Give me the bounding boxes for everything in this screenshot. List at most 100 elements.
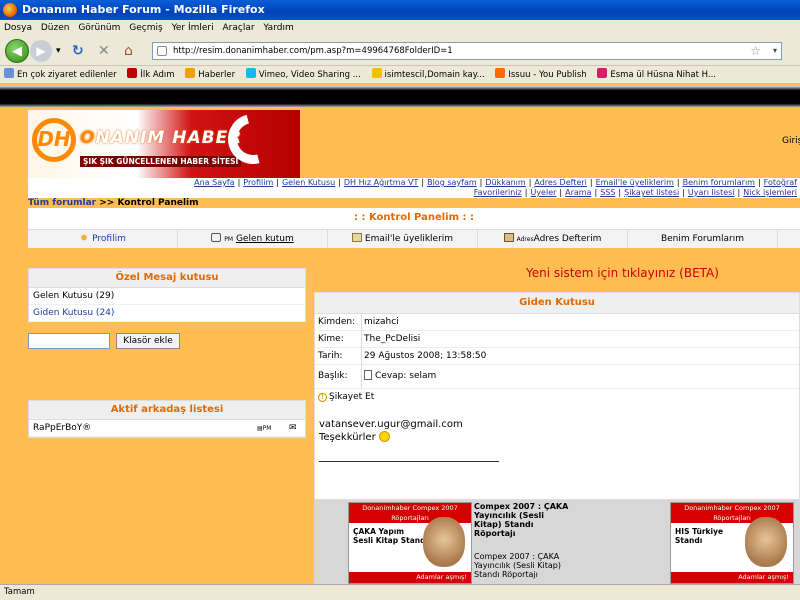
menu-tools[interactable]: Araçlar [223,23,255,33]
message-body: vatansever.ugur@gmail.com Teşekkürler [319,419,463,444]
date-row: Tarih: 29 Ağustos 2008; 13:58:50 [315,348,799,365]
tab-profile[interactable]: Profilim [28,230,178,248]
breadcrumb-all-forums[interactable]: Tüm forumlar [28,198,96,208]
friends-title: Aktif arkadaş listesi [29,401,305,420]
bookmark-item[interactable]: Vimeo, Video Sharing ... [245,66,361,83]
topnav-link[interactable]: Blog sayfam [424,178,480,187]
friend-row: RaPpErBoY® ▤PM ✉ [29,420,305,437]
breadcrumb-current: Kontrol Panelim [117,198,199,208]
topnav-link[interactable]: Nick işlemleri [740,188,800,197]
friend-mail-icon[interactable]: ✉ [289,420,297,437]
ad-banner-his[interactable]: Donanimhaber Compex 2007 Röportajları HI… [670,502,794,584]
bookmark-item[interactable]: İlk Adım [127,66,175,83]
message-view: Giden Kutusu Kimden: mizahci Kime: The_PcD… [314,292,800,500]
warning-icon: ! [318,393,327,402]
control-panel-tabs: Profilim PM Gelen kutum Email'le üyelikl… [28,230,800,248]
subject-row: Başlık: Cevap: selam [315,365,799,389]
stop-icon[interactable]: ✕ [98,43,110,59]
topnav-link[interactable]: SSS [597,188,618,197]
page-top-strip [0,86,800,108]
ad-footer: Adamlar aşmış! [349,572,471,583]
bookmark-item[interactable]: Esma ül Hüsna Nihat H... [597,66,716,83]
inbox-link[interactable]: Gelen Kutusu (29) [29,288,305,305]
logo-mark: DH [32,118,76,162]
outbox-link[interactable]: Giden Kutusu (24) [29,305,305,322]
site-logo-banner[interactable]: DH ONANIM HABER ŞIK ŞIK GÜNCELLENEN HABE… [28,108,300,178]
bookmark-icon [4,68,14,78]
ad-strip: Donanimhaber Compex 2007 Röportajları ÇA… [314,500,800,584]
tab-inbox[interactable]: PM Gelen kutum [178,230,328,248]
vimeo-icon [245,68,256,78]
bookmarks-toolbar: En çok ziyaret edilenler İlk Adım Haberl… [0,66,800,84]
bookmark-item[interactable]: Issuu - You Publish [495,66,587,83]
ad-title: ÇAKA Yapım Sesli Kitap Standı [353,527,429,545]
topnav-link[interactable]: Profilim [240,178,276,187]
status-text: Tamam [4,587,35,597]
control-panel-title: : : Kontrol Panelim : : [28,208,800,230]
back-button[interactable]: ◀ [5,39,29,63]
topnav-link[interactable]: Adres Defteri [531,178,589,187]
beta-link[interactable]: Yeni sistem için tıklayınız (BETA) [526,266,719,280]
smiley-icon [378,431,390,442]
topnav-link[interactable]: DH Hız Ağırtma VT [341,178,422,187]
report-link[interactable]: ! Şikayet Et [318,389,374,406]
bookmark-item[interactable]: En çok ziyaret edilenler [4,66,117,83]
bookmark-item[interactable]: Haberler [185,66,235,83]
login-link[interactable]: Giriş [782,136,800,146]
url-text: http://resim.donanimhaber.com/pm.asp?m=4… [173,46,453,56]
menu-bar: Dosya Düzen Görünüm Geçmiş Yer İmleri Ar… [0,20,800,36]
topnav-link[interactable]: Gelen Kutusu [279,178,338,187]
url-dropdown-icon[interactable]: ▾ [773,43,777,59]
topnav-link[interactable]: Benim forumlarım [680,178,758,187]
reload-icon[interactable]: ↻ [72,43,84,59]
menu-bookmarks[interactable]: Yer İmleri [172,23,214,33]
logo-tagline: ŞIK ŞIK GÜNCELLENEN HABER SİTESİ [80,156,242,167]
tab-address-book[interactable]: AdresAdres Defterim [478,230,628,248]
document-icon [364,370,372,380]
subject-value: Cevap: selam [361,365,436,389]
pm-box-title: Özel Mesaj kutusu [29,269,305,288]
friend-pm-button[interactable]: ▤PM [257,420,271,437]
menu-edit[interactable]: Düzen [41,23,70,33]
topnav-link[interactable]: Üyeler [527,188,559,197]
bookmark-item[interactable]: isimtescil,Domain kay... [371,66,485,83]
report-row: ! Şikayet Et [315,389,799,406]
forward-button[interactable]: ▶ [30,40,52,62]
bookmark-icon [127,68,138,78]
home-icon[interactable]: ⌂ [124,43,133,59]
top-navigation: Ana Sayfa | Profilim | Gelen Kutusu | DH Hız A… [28,178,800,198]
topnav-link[interactable]: Arama [562,188,594,197]
to-value: The_PcDelisi [361,331,420,348]
menu-help[interactable]: Yardım [263,23,293,33]
topnav-link[interactable]: Dükkanım [482,178,528,187]
ad-face-image [423,517,465,567]
pm-box-panel: Özel Mesaj kutusu Gelen Kutusu (29) Gide… [28,268,306,322]
add-folder-button[interactable]: Klasör ekle [116,333,180,349]
history-dropdown-icon[interactable]: ▾ [56,43,61,59]
topnav-link[interactable]: Favorileriniz [471,188,525,197]
tab-my-forums[interactable]: Benim Forumlarım [628,230,778,248]
ad-caption-normal: Compex 2007 : ÇAKA Yayıncılık (Sesli Kit… [474,552,561,579]
folder-name-input[interactable] [28,333,110,349]
breadcrumb: Tüm forumlar >> Kontrol Panelim [28,198,199,208]
topnav-link[interactable]: Uyarı listesi [685,188,738,197]
tab-email-subscriptions[interactable]: Email'le üyeliklerim [328,230,478,248]
menu-file[interactable]: Dosya [4,23,32,33]
ad-caption[interactable]: Compex 2007 : ÇAKA Yayıncılık (Sesli Kit… [474,502,572,579]
menu-history[interactable]: Geçmiş [129,23,162,33]
friend-name[interactable]: RaPpErBoY® [33,423,91,433]
topnav-link[interactable]: Fotoğraf [761,178,800,187]
url-bar[interactable]: http://resim.donanimhaber.com/pm.asp?m=4… [152,42,782,60]
rss-icon [185,68,196,78]
topnav-link[interactable]: Email'le üyeliklerim [593,178,677,187]
menu-view[interactable]: Görünüm [78,23,120,33]
star-icon[interactable]: ☆ [750,43,761,59]
addressbook-icon [503,233,514,242]
ad-banner-caka[interactable]: Donanimhaber Compex 2007 Röportajları ÇA… [348,502,472,584]
breadcrumb-separator: >> [96,198,118,208]
message-thanks: Teşekkürler [319,432,376,443]
from-value: mizahci [361,314,399,331]
pm-icon [211,233,222,242]
topnav-link[interactable]: Ana Sayfa [191,178,237,187]
topnav-link[interactable]: Şikayet listesi [621,188,682,197]
